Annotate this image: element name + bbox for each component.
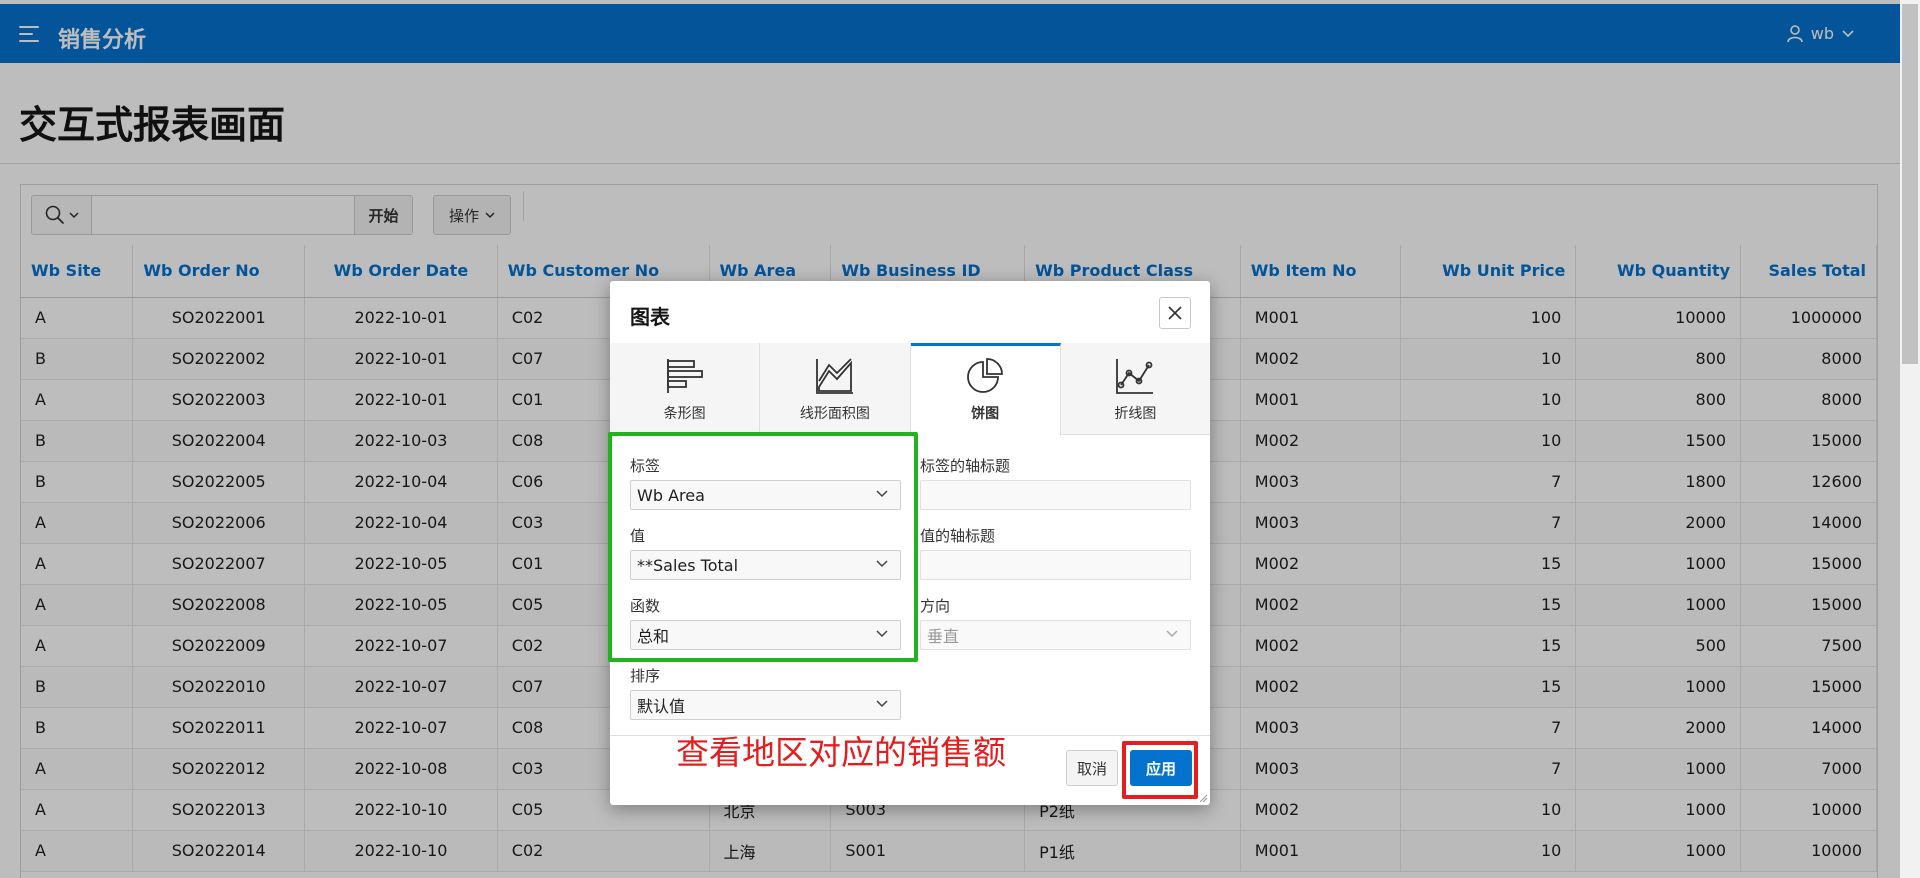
dialog-title: 图表 <box>630 305 670 329</box>
chart-type-tabs: 条形图 线形面积图 饼图 折线图 <box>610 343 1210 436</box>
tab-bar-chart[interactable]: 条形图 <box>610 343 761 434</box>
apply-callout-box <box>1122 741 1198 799</box>
scrollbar-thumb[interactable] <box>1902 4 1918 364</box>
close-button[interactable] <box>1159 297 1191 329</box>
page-scrollbar[interactable] <box>1900 0 1920 878</box>
tab-label: 折线图 <box>1114 406 1157 422</box>
area-chart-icon <box>815 358 853 394</box>
chevron-down-icon <box>876 700 888 708</box>
label-axis-title-input[interactable] <box>920 480 1191 510</box>
label-axis-title-label: 标签的轴标题 <box>920 457 1011 475</box>
sort-label: 排序 <box>630 667 661 685</box>
sort-select[interactable]: 默认值 <box>630 690 901 720</box>
line-chart-icon <box>1116 359 1154 394</box>
orientation-label: 方向 <box>920 597 951 615</box>
pie-chart-icon <box>967 358 1004 393</box>
bar-chart-icon <box>666 359 703 393</box>
chevron-down-icon <box>1166 630 1178 638</box>
tab-label: 饼图 <box>971 406 1000 422</box>
value-axis-title-input[interactable] <box>920 550 1191 580</box>
sort-select-value: 默认值 <box>637 697 686 716</box>
value-axis-title-label: 值的轴标题 <box>920 527 996 545</box>
orientation-select: 垂直 <box>920 620 1191 650</box>
cancel-button[interactable]: 取消 <box>1066 750 1118 786</box>
tab-pie-chart[interactable]: 饼图 <box>910 343 1061 436</box>
highlight-box <box>608 432 918 662</box>
tab-label: 线形面积图 <box>799 406 870 422</box>
tab-label: 条形图 <box>663 406 706 422</box>
tab-line-chart[interactable]: 折线图 <box>1061 343 1210 434</box>
close-icon <box>1168 306 1182 320</box>
tab-area-chart[interactable]: 线形面积图 <box>760 343 911 434</box>
resize-handle-icon[interactable] <box>1198 793 1208 803</box>
annotation-text: 查看地区对应的销售额 <box>676 733 1006 772</box>
orientation-select-value: 垂直 <box>927 627 960 646</box>
